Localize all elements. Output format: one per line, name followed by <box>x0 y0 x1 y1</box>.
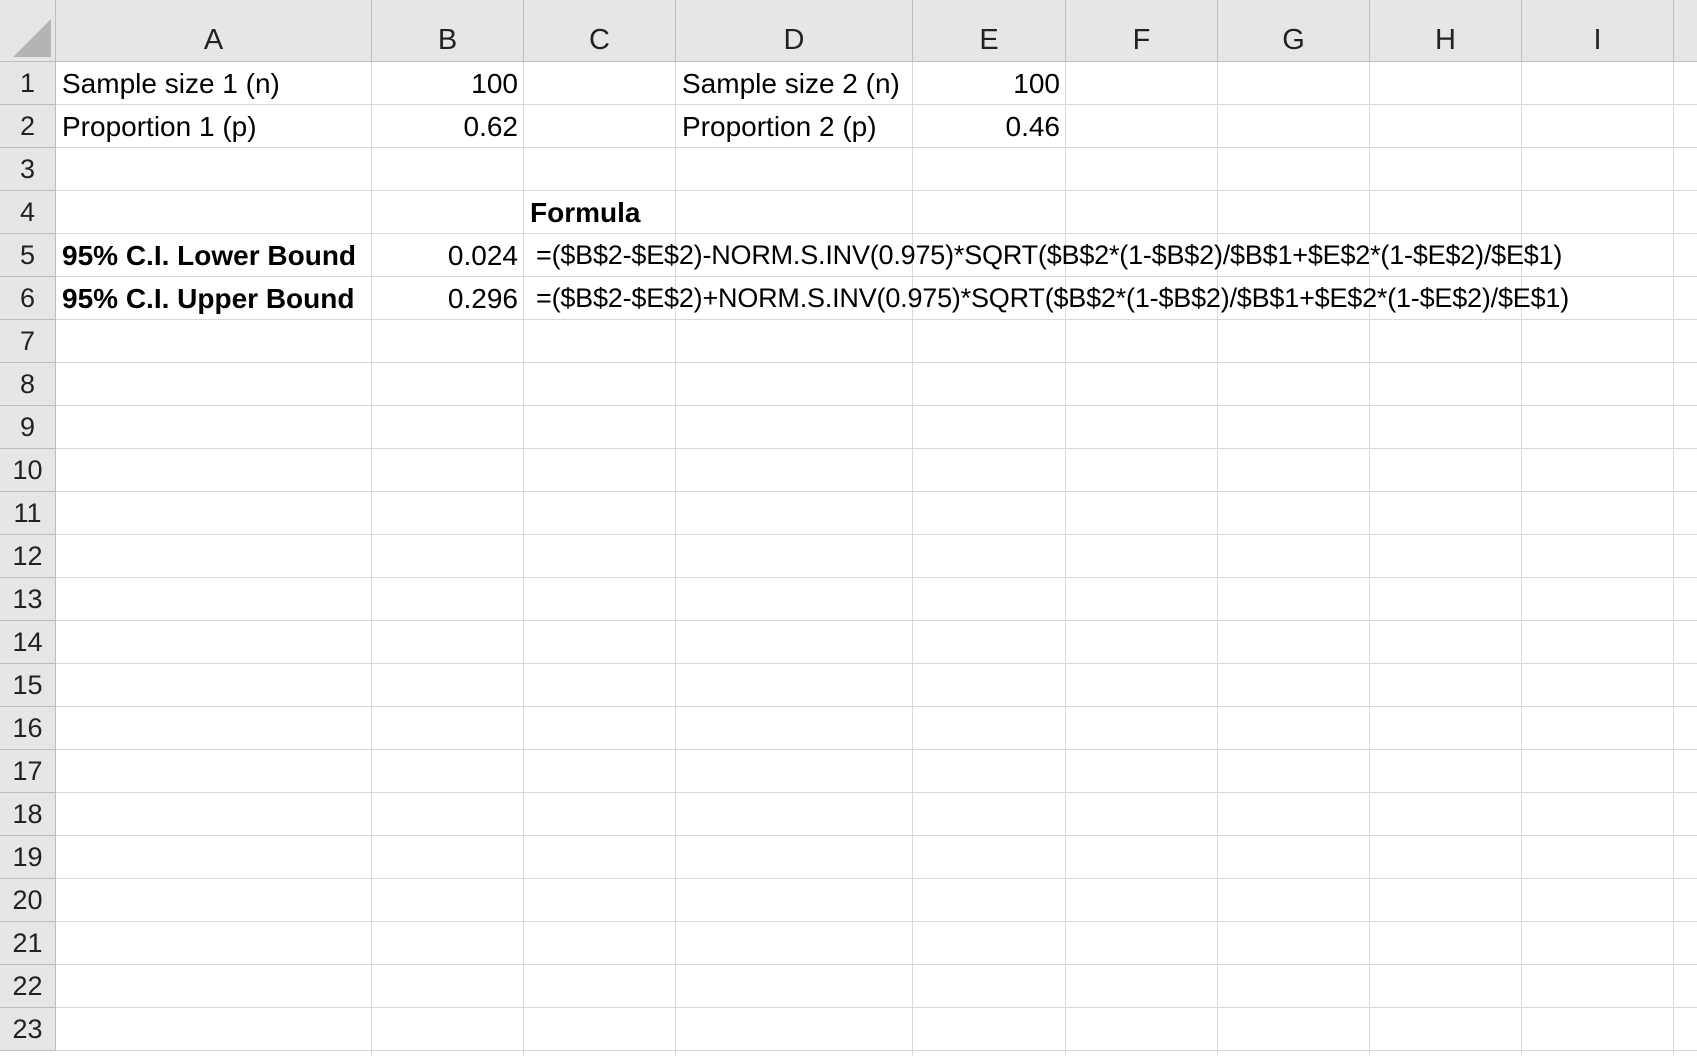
spreadsheet-grid[interactable]: ABCDEFGHI 1 2 3 4 5 6 7 8 9 10 11 12 13 14 15 16 17 18 19 2… <box>0 0 1697 1056</box>
column-header-g[interactable]: G <box>1218 0 1370 62</box>
row-gridline <box>56 534 1697 535</box>
cell-A5[interactable]: 95% C.I. Lower Bound <box>56 234 372 277</box>
cell-C6-formula[interactable]: =($B$2-$E$2)+NORM.S.INV(0.975)*SQRT($B$2… <box>530 277 1690 320</box>
row-header-7[interactable]: 7 <box>0 320 56 363</box>
row-header-17[interactable]: 17 <box>0 750 56 793</box>
cell-B1[interactable]: 100 <box>372 62 524 105</box>
column-header-d[interactable]: D <box>676 0 913 62</box>
column-gridline <box>371 62 372 1056</box>
row-gridline <box>56 964 1697 965</box>
column-header-a[interactable]: A <box>56 0 372 62</box>
row-gridline <box>56 362 1697 363</box>
cell-A6[interactable]: 95% C.I. Upper Bound <box>56 277 372 320</box>
cell-B2[interactable]: 0.62 <box>372 105 524 148</box>
row-header-2[interactable]: 2 <box>0 105 56 148</box>
row-gridline <box>56 620 1697 621</box>
row-header-9[interactable]: 9 <box>0 406 56 449</box>
cell-B5[interactable]: 0.024 <box>372 234 524 277</box>
row-header-11[interactable]: 11 <box>0 492 56 535</box>
row-header-19[interactable]: 19 <box>0 836 56 879</box>
row-header-3[interactable]: 3 <box>0 148 56 191</box>
row-header-4[interactable]: 4 <box>0 191 56 234</box>
row-header-12[interactable]: 12 <box>0 535 56 578</box>
cell-B6[interactable]: 0.296 <box>372 277 524 320</box>
row-header-5[interactable]: 5 <box>0 234 56 277</box>
row-header-13[interactable]: 13 <box>0 578 56 621</box>
row-header-18[interactable]: 18 <box>0 793 56 836</box>
row-gridline <box>56 835 1697 836</box>
row-gridline <box>56 405 1697 406</box>
row-gridline <box>56 706 1697 707</box>
row-gridline <box>56 448 1697 449</box>
row-header-10[interactable]: 10 <box>0 449 56 492</box>
row-gridline <box>56 190 1697 191</box>
row-header-15[interactable]: 15 <box>0 664 56 707</box>
column-header-i[interactable]: I <box>1522 0 1674 62</box>
cell-D1[interactable]: Sample size 2 (n) <box>676 62 913 105</box>
select-all-corner[interactable] <box>0 0 56 62</box>
row-gridline <box>56 921 1697 922</box>
row-gridline <box>56 1007 1697 1008</box>
cell-A2[interactable]: Proportion 1 (p) <box>56 105 372 148</box>
row-header-20[interactable]: 20 <box>0 879 56 922</box>
cell-A1[interactable]: Sample size 1 (n) <box>56 62 372 105</box>
row-gridline <box>56 577 1697 578</box>
column-gridline <box>1521 62 1522 1056</box>
row-gridline <box>56 878 1697 879</box>
select-all-triangle-icon <box>13 19 51 57</box>
column-header-e[interactable]: E <box>913 0 1066 62</box>
column-header-overflow <box>1674 0 1697 62</box>
row-header-23[interactable]: 23 <box>0 1008 56 1051</box>
column-gridline <box>912 62 913 1056</box>
column-gridline <box>1673 62 1674 1056</box>
row-gridline <box>56 792 1697 793</box>
cell-D2[interactable]: Proportion 2 (p) <box>676 105 913 148</box>
cell-C5-formula[interactable]: =($B$2-$E$2)-NORM.S.INV(0.975)*SQRT($B$2… <box>530 234 1690 277</box>
row-header-14[interactable]: 14 <box>0 621 56 664</box>
row-header-16[interactable]: 16 <box>0 707 56 750</box>
row-header-21[interactable]: 21 <box>0 922 56 965</box>
column-gridline <box>1369 62 1370 1056</box>
column-gridline <box>1217 62 1218 1056</box>
column-header-h[interactable]: H <box>1370 0 1522 62</box>
cell-E2[interactable]: 0.46 <box>913 105 1066 148</box>
row-header-22[interactable]: 22 <box>0 965 56 1008</box>
column-gridline <box>1065 62 1066 1056</box>
column-header-c[interactable]: C <box>524 0 676 62</box>
row-gridline <box>56 491 1697 492</box>
row-header-1[interactable]: 1 <box>0 62 56 105</box>
cell-C4[interactable]: Formula <box>524 191 676 234</box>
row-header-8[interactable]: 8 <box>0 363 56 406</box>
row-gridline <box>56 749 1697 750</box>
row-header-6[interactable]: 6 <box>0 277 56 320</box>
cell-E1[interactable]: 100 <box>913 62 1066 105</box>
row-gridline <box>56 663 1697 664</box>
column-header-b[interactable]: B <box>372 0 524 62</box>
column-header-f[interactable]: F <box>1066 0 1218 62</box>
row-gridline <box>56 1050 1697 1051</box>
